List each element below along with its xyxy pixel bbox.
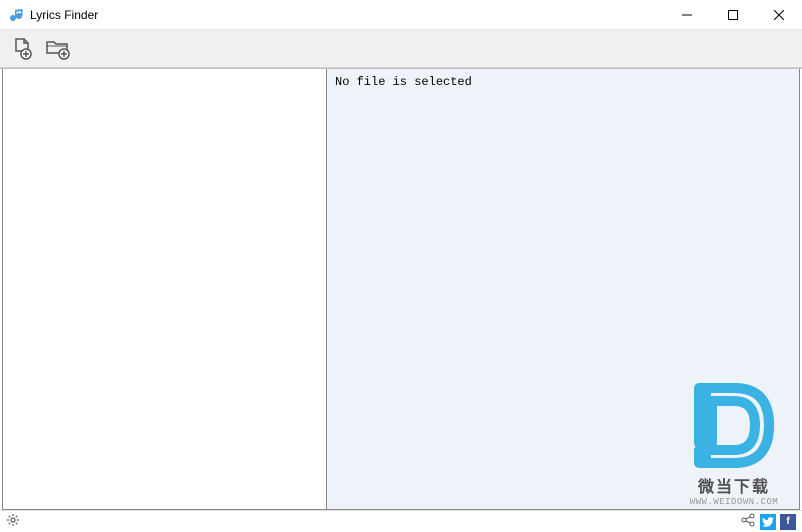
main-content: No file is selected 微当下载 WWW.WEIDOWN.COM xyxy=(0,68,802,510)
app-icon xyxy=(8,7,24,23)
empty-message: No file is selected xyxy=(335,75,472,89)
titlebar: Lyrics Finder xyxy=(0,0,802,30)
add-folder-button[interactable] xyxy=(42,34,74,64)
settings-icon[interactable] xyxy=(6,513,20,530)
watermark: 微当下载 WWW.WEIDOWN.COM xyxy=(679,378,789,507)
add-file-button[interactable] xyxy=(6,34,38,64)
facebook-icon[interactable]: f xyxy=(780,514,796,530)
app-title: Lyrics Finder xyxy=(30,8,98,22)
twitter-icon[interactable] xyxy=(760,514,776,530)
lyrics-panel: No file is selected 微当下载 WWW.WEIDOWN.COM xyxy=(327,69,800,510)
close-button[interactable] xyxy=(756,0,802,29)
share-icon[interactable] xyxy=(740,512,756,531)
titlebar-left: Lyrics Finder xyxy=(0,7,98,23)
watermark-text-2: WWW.WEIDOWN.COM xyxy=(679,497,789,507)
statusbar-left xyxy=(6,513,20,530)
toolbar xyxy=(0,30,802,68)
statusbar: f xyxy=(0,510,802,532)
minimize-button[interactable] xyxy=(664,0,710,29)
statusbar-right: f xyxy=(740,512,796,531)
file-list-panel[interactable] xyxy=(2,69,327,510)
window-controls xyxy=(664,0,802,29)
watermark-text-1: 微当下载 xyxy=(679,473,789,497)
maximize-button[interactable] xyxy=(710,0,756,29)
watermark-logo-icon xyxy=(679,378,789,473)
